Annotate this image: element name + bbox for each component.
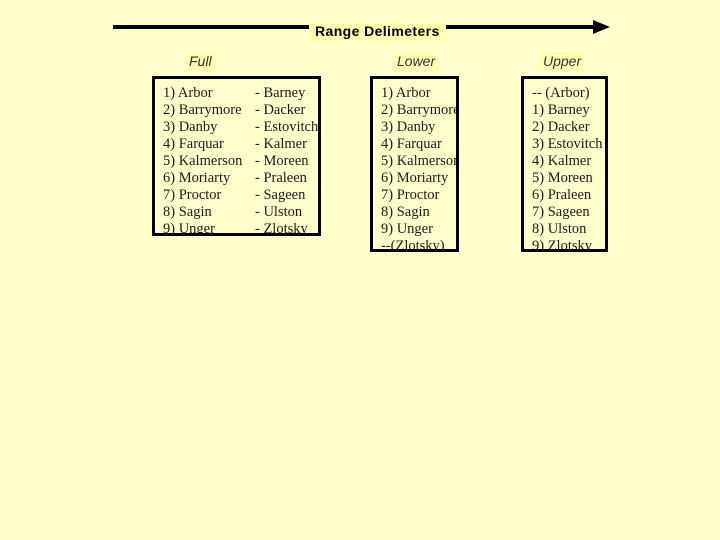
list-item-delimiter: - Barney: [255, 85, 306, 101]
list-item-delimiter: - Zlotsky: [255, 221, 308, 236]
page-title: Range Delimeters: [309, 22, 446, 42]
list-item-delimiter: - Dacker: [255, 102, 306, 118]
list-item-name: 3) Danby: [163, 119, 218, 135]
list-item: 4) Farquar: [381, 136, 442, 152]
list-item: 1) Barney: [532, 102, 590, 118]
slide-canvas: Range Delimeters Full Lower Upper 1) Arb…: [0, 0, 720, 540]
column-header-upper: Upper: [539, 52, 586, 71]
list-item-delimiter: - Sageen: [255, 187, 306, 203]
list-item: 7) Proctor - Sageen: [163, 187, 318, 204]
list-item: 1) Arbor: [381, 85, 431, 101]
list-item: 2) Barrymore: [381, 102, 459, 118]
list-item-name: 5) Kalmerson: [163, 153, 243, 169]
list-item-name: 8) Sagin: [163, 204, 212, 220]
list-body-full: 1) Arbor - Barney 2) Barrymore - Dacker 3) D…: [155, 79, 318, 236]
list-item-name: 9) Unger: [163, 221, 215, 236]
list-item: 5) Kalmerson: [381, 153, 459, 169]
list-item: 7) Proctor: [381, 187, 440, 203]
list-item: -- (Arbor): [532, 85, 590, 101]
list-item-name: 7) Proctor: [163, 187, 222, 203]
list-item: 6) Moriarty: [381, 170, 449, 186]
list-item: 9) Unger: [381, 221, 433, 237]
list-item: 9) Zlotsky: [532, 238, 593, 252]
list-item: 9) Unger - Zlotsky: [163, 221, 318, 236]
list-box-upper: -- (Arbor) 1) Barney 2) Dacker 3) Estovitch…: [521, 76, 608, 252]
list-item: 5) Moreen: [532, 170, 593, 186]
list-item-delimiter: - Estovitch: [255, 119, 319, 135]
list-item: 4) Kalmer: [532, 153, 592, 169]
list-item: 2) Dacker: [532, 119, 590, 135]
list-item: 6) Praleen: [532, 187, 592, 203]
list-item: 3) Danby - Estovitch: [163, 119, 318, 136]
column-header-full: Full: [185, 52, 216, 71]
list-item: 7) Sageen: [532, 204, 590, 220]
list-item-delimiter: - Ulston: [255, 204, 303, 220]
list-box-lower: 1) Arbor 2) Barrymore 3) Danby 4) Farquar 5)…: [370, 76, 459, 252]
list-item: 8) Ulston: [532, 221, 587, 237]
list-item-delimiter: - Praleen: [255, 170, 307, 186]
list-item: 3) Danby: [381, 119, 436, 135]
column-header-lower: Lower: [393, 52, 440, 71]
list-item-name: 6) Moriarty: [163, 170, 231, 186]
list-item-delimiter: - Moreen: [255, 153, 309, 169]
list-item: 6) Moriarty - Praleen: [163, 170, 318, 187]
list-item-name: 2) Barrymore: [163, 102, 242, 118]
list-item: 1) Arbor - Barney: [163, 85, 318, 102]
list-item: 3) Estovitch: [532, 136, 603, 152]
arrow-head-icon: [593, 20, 610, 34]
list-box-full: 1) Arbor - Barney 2) Barrymore - Dacker 3) D…: [152, 76, 321, 236]
list-item: 8) Sagin - Ulston: [163, 204, 318, 221]
list-body-lower: 1) Arbor 2) Barrymore 3) Danby 4) Farquar 5)…: [373, 79, 459, 252]
list-item-delimiter: - Kalmer: [255, 136, 307, 152]
list-item: 8) Sagin: [381, 204, 430, 220]
list-item: 5) Kalmerson - Moreen: [163, 153, 318, 170]
list-body-upper: -- (Arbor) 1) Barney 2) Dacker 3) Estovitch…: [524, 79, 605, 252]
list-item: --(Zlotsky): [381, 238, 445, 252]
list-item: 4) Farquar - Kalmer: [163, 136, 318, 153]
list-item: 2) Barrymore - Dacker: [163, 102, 318, 119]
list-item-name: 1) Arbor: [163, 85, 213, 101]
list-item-name: 4) Farquar: [163, 136, 224, 152]
